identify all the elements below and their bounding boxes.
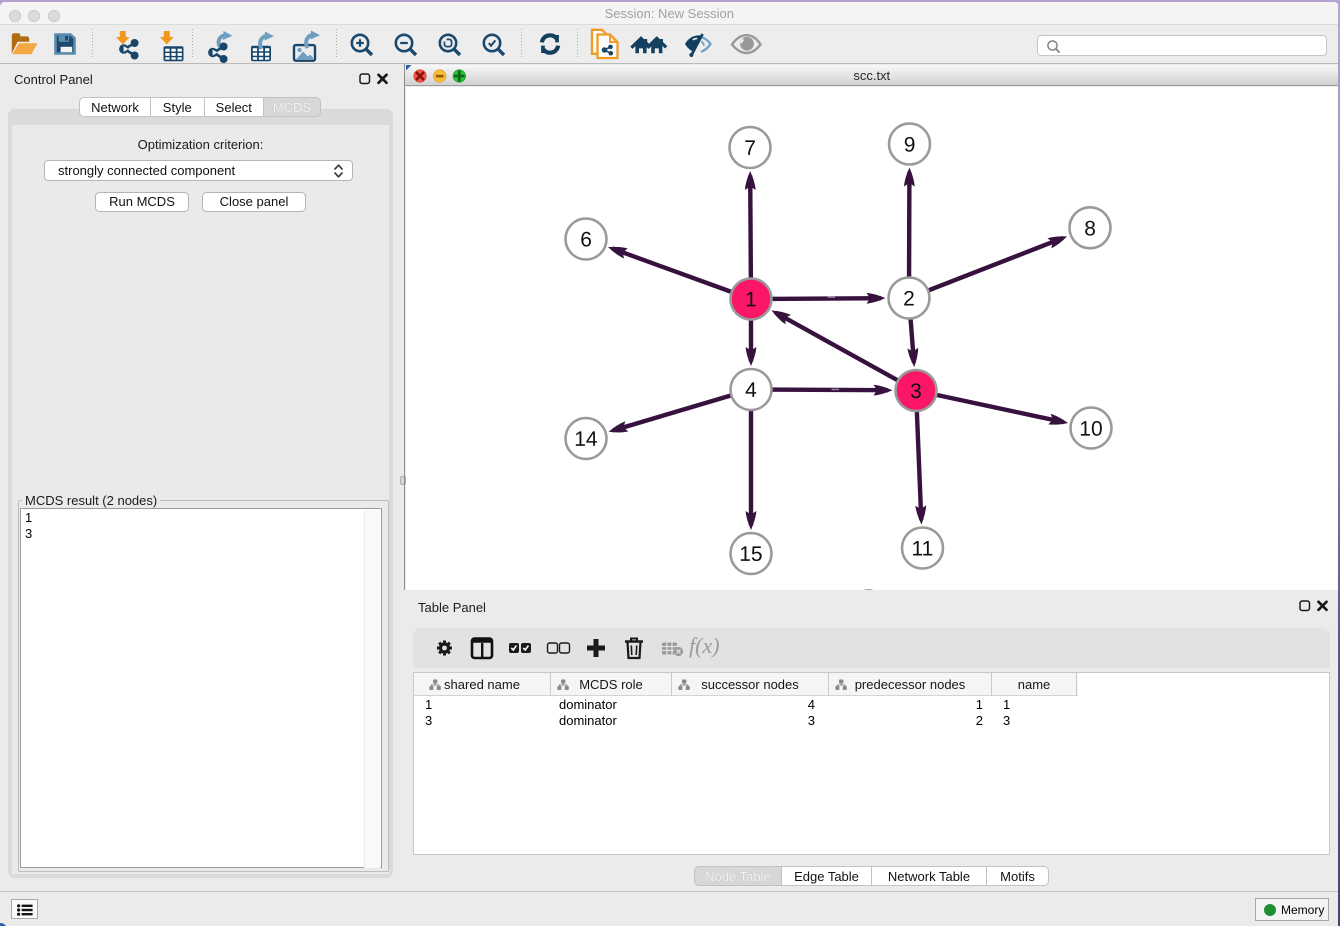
svg-text:1: 1 <box>745 288 757 311</box>
svg-text:3: 3 <box>910 380 922 403</box>
svg-text:2: 2 <box>903 288 915 311</box>
svg-text:11: 11 <box>911 538 933 561</box>
svg-text:6: 6 <box>580 228 592 251</box>
svg-text:7: 7 <box>744 137 756 160</box>
svg-text:8: 8 <box>1084 217 1096 240</box>
svg-text:4: 4 <box>745 379 757 402</box>
svg-text:10: 10 <box>1079 418 1102 441</box>
svg-text:15: 15 <box>739 543 762 566</box>
svg-text:9: 9 <box>904 134 916 157</box>
svg-text:14: 14 <box>574 428 598 451</box>
